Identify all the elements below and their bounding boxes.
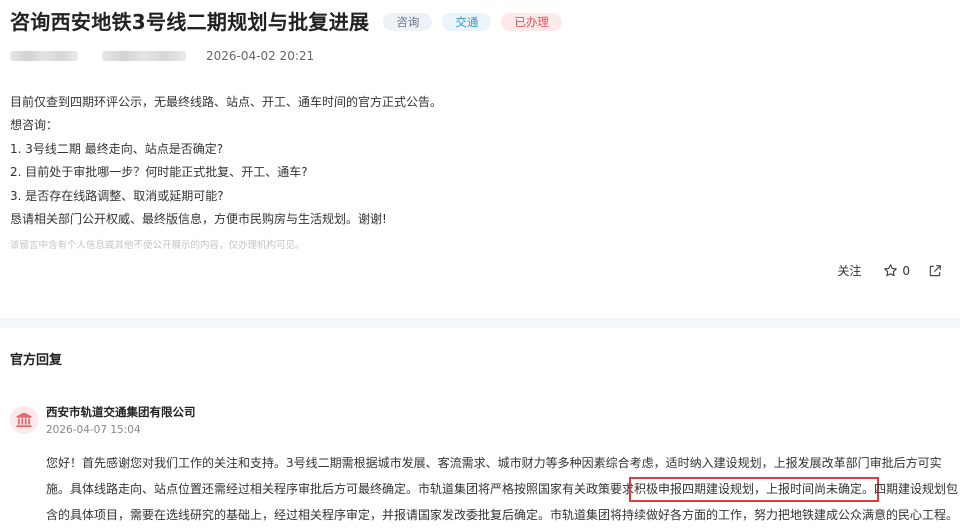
reply-date: 2026-04-07 15:04 (46, 424, 141, 436)
redacted-location (102, 51, 186, 61)
reply-line: 您好！首先感谢您对我们工作的关注和支持。3号线二期需根据城市发展、客流需求、城市… (46, 456, 942, 470)
page-title: 咨询西安地铁3号线二期规划与批复进展 (10, 10, 370, 34)
government-building-icon (16, 412, 32, 428)
redacted-author (10, 51, 78, 61)
question-line: 恳请相关部门公开权威、最终版信息，方便市民购房与生活规划。谢谢! (10, 212, 387, 227)
question-body: 目前仅查到四期环评公示，无最终线路、站点、开工、通车时间的官方正式公告。 想咨询… (10, 91, 442, 231)
privacy-notice: 该留言中含有个人信息或其他不便公开展示的内容，仅办理机构可见。 (10, 240, 305, 251)
highlighted-text: 积极申报四期建设规划，上报时间尚未确定。 (629, 477, 880, 502)
share-icon[interactable] (928, 264, 942, 278)
question-line: 2. 目前处于审批哪一步？何时能正式批复、开工、通车? (10, 165, 308, 180)
star-icon (884, 264, 898, 277)
reply-line: 含的具体项目，需要在选线研究的基础上，经过相关程序审定，并报请国家发改委批复后确… (46, 508, 959, 522)
title-row: 咨询西安地铁3号线二期规划与批复进展 咨询 交通 已办理 (10, 8, 562, 36)
question-card: 咨询西安地铁3号线二期规划与批复进展 咨询 交通 已办理 2026-04-02 … (0, 0, 960, 318)
question-date: 2026-04-02 20:21 (206, 49, 315, 63)
reply-line: 施。具体线路走向、站点位置还需经过相关程序审批后方可最终确定。市轨道集团将严格按… (46, 476, 958, 502)
reply-heading: 官方回复 (10, 353, 63, 368)
reply-text: 施。具体线路走向、站点位置还需经过相关程序审批后方可最终确定。市轨道集团将严格按… (46, 482, 635, 496)
like-button[interactable]: 0 (883, 263, 910, 278)
tag-traffic[interactable]: 交通 (442, 13, 492, 31)
reply-body: 您好！首先感谢您对我们工作的关注和支持。3号线二期需根据城市发展、客流需求、城市… (46, 450, 958, 528)
section-divider (0, 318, 960, 328)
status-badge: 已办理 (501, 13, 562, 31)
question-line: 3. 是否存在线路调整、取消或延期可能? (10, 188, 224, 203)
org-name: 西安市轨道交通集团有限公司 (46, 405, 196, 419)
avatar (10, 406, 38, 434)
follow-button[interactable]: 关注 (837, 262, 861, 279)
question-line: 目前仅查到四期环评公示，无最终线路、站点、开工、通车时间的官方正式公告。 (10, 95, 443, 109)
like-count: 0 (902, 263, 910, 278)
question-line: 想咨询： (10, 118, 59, 133)
official-reply-section: 官方回复 西安市轨道交通集团有限公司 2026-04-07 15:04 您好！首… (0, 328, 960, 522)
question-line: 1. 3号线二期 最终走向、站点是否确定? (10, 141, 224, 156)
action-bar: 关注 0 (837, 262, 942, 279)
reply-text: 四期建设规划包 (874, 482, 959, 496)
tag-consult[interactable]: 咨询 (383, 13, 433, 31)
question-meta: 2026-04-02 20:21 (10, 47, 314, 65)
